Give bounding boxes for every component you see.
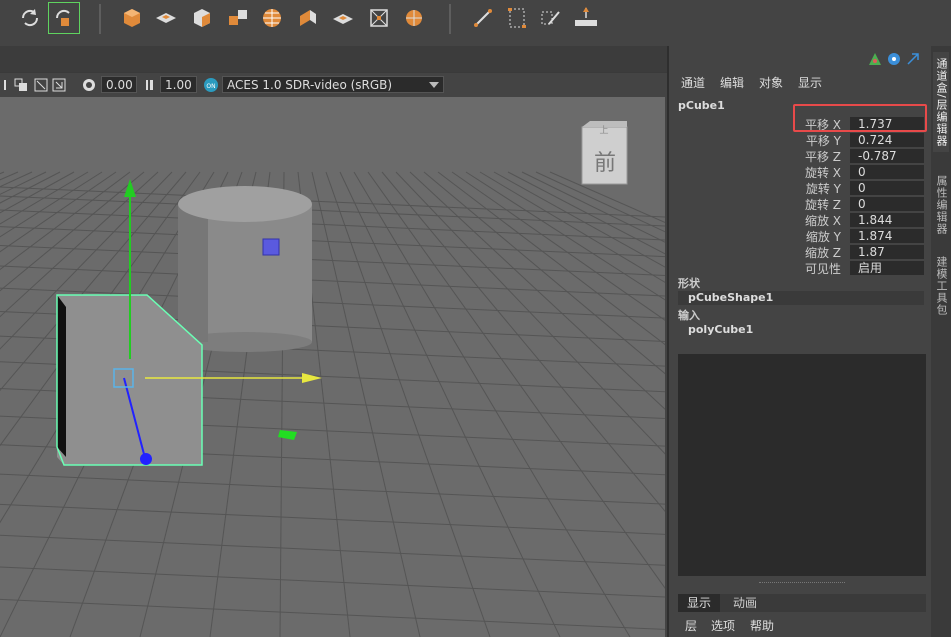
main-toolbar [0,0,951,46]
pen-icon[interactable] [469,4,497,32]
scene-canvas [0,97,665,637]
tab-animation[interactable]: 动画 [724,594,766,612]
sphere-icon[interactable] [258,4,286,32]
create-box-icon[interactable] [188,4,216,32]
menu-help[interactable]: 帮助 [750,617,774,634]
menu-object[interactable]: 对象 [759,74,783,91]
tab-display[interactable]: 显示 [678,594,721,612]
attr-value[interactable]: 0 [850,197,924,211]
pin-icon[interactable] [34,76,48,94]
gamma-icon[interactable] [145,76,155,94]
layer-list[interactable] [678,354,926,576]
shape-node[interactable]: pCubeShape1 [678,291,924,305]
tab-modeling-toolkit[interactable]: 建模工具包 [933,251,949,321]
create-cube-icon[interactable] [118,4,146,32]
tab-attribute-editor[interactable]: 属性编辑器 [933,170,949,240]
viewport-toolbar: 0.00 1.00 ON ACES 1.0 SDR-video (sRGB) [0,72,667,97]
exposure-field[interactable]: 0.00 [101,76,137,93]
input-node[interactable]: polyCube1 [678,323,924,337]
color-management-icon[interactable]: ON [203,76,219,94]
svg-text:ON: ON [206,83,215,90]
menu-display[interactable]: 显示 [798,74,822,91]
menu-edit[interactable]: 编辑 [720,74,744,91]
attr-label[interactable]: 可见性 [805,260,841,277]
panel-icons [868,52,920,69]
attr-value[interactable]: 1.844 [850,213,924,227]
color-space-value: ACES 1.0 SDR-video (sRGB) [227,78,393,92]
resize-handle[interactable] [759,582,845,585]
attr-label[interactable]: 缩放 Z [805,244,841,261]
object-name[interactable]: pCube1 [678,99,725,112]
input-section-label: 输入 [678,309,700,322]
viewcube-label[interactable]: 前 [588,145,622,177]
menu-layers[interactable]: 层 [685,617,697,634]
pan-icon[interactable] [52,76,66,94]
two-window-icon[interactable] [14,76,28,94]
attr-value[interactable]: 0 [850,181,924,195]
attr-label[interactable]: 缩放 X [805,212,841,229]
attr-value[interactable]: 启用 [850,261,924,275]
attr-value[interactable]: 0 [850,165,924,179]
isolate-icon[interactable] [2,76,8,94]
attr-value[interactable]: 0.724 [850,133,924,147]
create-plane-icon[interactable] [152,4,180,32]
layout-icon[interactable] [868,52,882,69]
attr-value[interactable]: 1.874 [850,229,924,243]
color-space-select[interactable]: ACES 1.0 SDR-video (sRGB) [222,76,444,93]
attr-label[interactable]: 平移 Z [805,148,841,165]
bevel-icon[interactable] [329,4,357,32]
cylinder-object [178,186,312,352]
grid-object-icon[interactable] [400,4,428,32]
attr-label[interactable]: 旋转 Y [806,180,841,197]
side-tab-strip: 通道盒/层编辑器 属性编辑器 建模工具包 [931,46,951,637]
attribute-icon[interactable] [887,52,901,69]
snap-active-icon[interactable] [48,2,80,34]
attr-label[interactable]: 缩放 Y [806,228,841,245]
bounding-box-icon[interactable] [503,4,531,32]
bridge-icon[interactable] [365,4,393,32]
attr-label[interactable]: 平移 Y [806,132,841,149]
menu-channels[interactable]: 通道 [681,74,705,91]
attr-value[interactable]: 1.87 [850,245,924,259]
viewport-3d[interactable]: 前 上 [0,97,665,637]
channel-box-panel: 通道 编辑 对象 显示 pCube1 平移 X 1.737 平移 Y 0.724 平移 … [667,46,933,637]
attr-label[interactable]: 旋转 Z [805,196,841,213]
highlight-box [793,104,927,132]
viewcube-top-label: 上 [599,126,609,136]
attr-label[interactable]: 旋转 X [805,164,841,181]
menu-options[interactable]: 选项 [711,617,735,634]
shape-section-label: 形状 [678,277,700,290]
expand-icon[interactable] [906,52,920,69]
gamma-field[interactable]: 1.00 [160,76,197,93]
edit-pen-icon[interactable] [537,4,565,32]
toolbar-gap [0,46,667,72]
exposure-icon[interactable] [82,76,96,94]
transform-icon[interactable] [572,4,600,32]
attr-value[interactable]: -0.787 [850,149,924,163]
extrude-icon[interactable] [294,4,322,32]
snap-rotate-icon[interactable] [16,4,44,32]
chevron-down-icon [429,82,439,88]
layer-tabs: 显示 动画 [678,594,926,612]
tab-channel-box[interactable]: 通道盒/层编辑器 [933,52,949,152]
combine-icon[interactable] [224,4,252,32]
